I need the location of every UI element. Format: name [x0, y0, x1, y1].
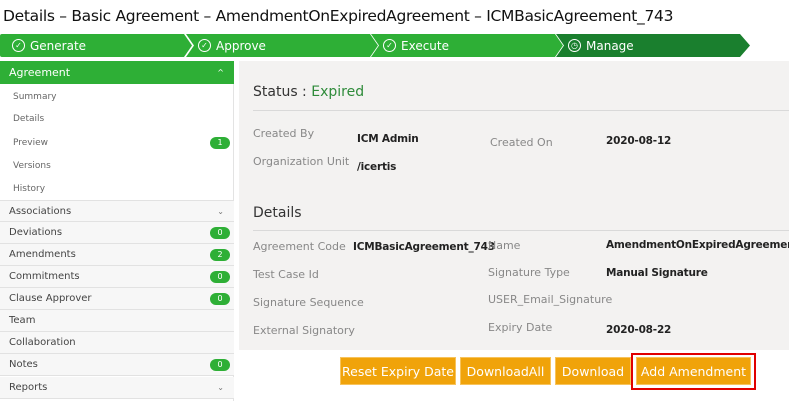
step-generate[interactable]: ✓ Generate — [0, 34, 192, 57]
created-on-label: Created On — [490, 136, 553, 149]
chevron-down-icon: ⌄ — [217, 383, 224, 392]
user-email-signature-label: USER_Email_Signature — [488, 293, 613, 306]
status-badge: Expired — [311, 84, 365, 100]
add-amendment-button[interactable]: Add Amendment — [636, 357, 751, 385]
sidebar-item-label: Team — [9, 315, 36, 326]
sidebar-item-clause-approver[interactable]: Clause Approver 0 — [0, 288, 234, 310]
check-circle-icon: ✓ — [198, 39, 211, 52]
org-unit-value: /icertis — [357, 161, 397, 173]
test-case-id-label: Test Case Id — [253, 268, 319, 281]
sidebar-item-label: Collaboration — [9, 337, 76, 348]
details-panel: Status : Expired Created By ICM Admin Or… — [239, 61, 789, 350]
sidebar-header-label: Agreement — [9, 66, 71, 79]
signature-sequence-label: Signature Sequence — [253, 296, 364, 309]
page-title: Details – Basic Agreement – AmendmentOnE… — [3, 7, 674, 25]
sidebar-item-preview[interactable]: Preview 1 — [0, 131, 234, 154]
sidebar-item-deviations[interactable]: Deviations 0 — [0, 222, 234, 244]
status-label: Status : — [253, 84, 307, 100]
sidebar-item-label: Deviations — [9, 227, 63, 238]
sidebar-item-label: Commitments — [9, 271, 80, 282]
chevron-down-icon: ⌄ — [217, 206, 224, 216]
created-by-value: ICM Admin — [357, 133, 419, 145]
step-manage[interactable]: ◷ Manage — [556, 34, 750, 57]
download-all-button[interactable]: DownloadAll — [460, 357, 551, 385]
details-heading: Details — [253, 205, 302, 221]
check-circle-icon: ✓ — [12, 39, 25, 52]
divider — [253, 110, 789, 111]
step-label: Generate — [30, 38, 87, 53]
sidebar-item-amendments[interactable]: Amendments 2 — [0, 244, 234, 266]
sidebar-item-label: Preview — [13, 137, 49, 148]
sidebar-item-versions[interactable]: Versions — [0, 154, 234, 177]
step-approve[interactable]: ✓ Approve — [186, 34, 378, 57]
sidebar-item-reports[interactable]: Reports ⌄ — [0, 377, 234, 399]
count-badge: 0 — [210, 292, 230, 305]
sidebar-item-associations[interactable]: Associations ⌄ — [0, 200, 234, 222]
created-on-value: 2020-08-12 — [606, 135, 672, 147]
sidebar-item-label: Clause Approver — [9, 293, 92, 304]
expiry-date-label: Expiry Date — [488, 321, 553, 334]
signature-type-value: Manual Signature — [606, 267, 708, 279]
clock-icon: ◷ — [568, 39, 581, 52]
external-signatory-label: External Signatory — [253, 324, 355, 337]
step-label: Execute — [401, 38, 449, 53]
signature-type-label: Signature Type — [488, 266, 570, 279]
sidebar-item-label: Amendments — [9, 249, 76, 260]
count-badge: 1 — [210, 136, 230, 149]
status-line: Status : Expired — [253, 84, 364, 100]
count-badge: 2 — [210, 248, 230, 261]
step-label: Manage — [586, 38, 634, 53]
sidebar-item-details[interactable]: Details — [0, 107, 234, 130]
check-circle-icon: ✓ — [383, 39, 396, 52]
step-label: Approve — [216, 38, 266, 53]
sidebar-item-label: Notes — [9, 359, 38, 370]
download-button[interactable]: Download — [555, 357, 631, 385]
sidebar: Agreement ^ Summary Details Preview 1 Vers… — [0, 61, 234, 401]
sidebar-item-label: Reports — [9, 382, 48, 393]
agreement-code-value: ICMBasicAgreement_743 — [353, 241, 495, 253]
divider — [253, 230, 789, 231]
sidebar-item-summary[interactable]: Summary — [0, 85, 234, 108]
name-label: Name — [488, 239, 521, 252]
sidebar-item-notes[interactable]: Notes 0 — [0, 354, 234, 376]
sidebar-item-history[interactable]: History — [0, 177, 234, 200]
count-badge: 0 — [210, 270, 230, 283]
sidebar-item-team[interactable]: Team — [0, 310, 234, 332]
count-badge: 0 — [210, 358, 230, 371]
count-badge: 0 — [210, 226, 230, 239]
step-execute[interactable]: ✓ Execute — [371, 34, 563, 57]
sidebar-item-commitments[interactable]: Commitments 0 — [0, 266, 234, 288]
expiry-date-value: 2020-08-22 — [606, 324, 672, 336]
sidebar-header-agreement[interactable]: Agreement ^ — [0, 61, 234, 84]
agreement-code-label: Agreement Code — [253, 240, 346, 253]
name-value: AmendmentOnExpiredAgreement — [606, 239, 789, 251]
org-unit-label: Organization Unit — [253, 155, 350, 168]
reset-expiry-date-button[interactable]: Reset Expiry Date — [340, 357, 456, 385]
chevron-up-icon: ^ — [217, 68, 224, 77]
sidebar-item-collaboration[interactable]: Collaboration — [0, 332, 234, 354]
created-by-label: Created By — [253, 127, 315, 140]
sidebar-item-label: Associations — [9, 205, 72, 217]
